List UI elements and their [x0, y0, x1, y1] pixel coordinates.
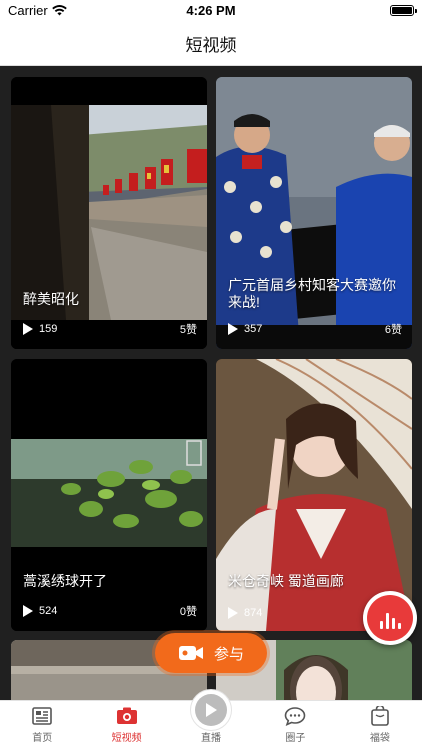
video-title: 蒿溪绣球开了: [23, 573, 107, 589]
join-button[interactable]: 参与: [155, 633, 267, 673]
video-feed[interactable]: 醉美昭化 159 5赞 广元首届乡村知客大赛邀你来战! 357 6赞 蒿溪绣球开…: [0, 66, 422, 700]
play-icon: [23, 323, 33, 335]
video-card[interactable]: 醉美昭化 159 5赞: [11, 77, 207, 349]
like-count: 5赞: [179, 324, 197, 336]
view-count-label: 874: [244, 607, 263, 619]
tab-circle[interactable]: 圈子: [253, 701, 337, 750]
tab-label: 圈子: [285, 733, 306, 744]
view-count: 357: [228, 323, 262, 335]
view-count-label: 357: [244, 323, 263, 335]
tab-lucky-bag[interactable]: 福袋: [338, 701, 422, 750]
tab-bar: 首页 短视频 直播 圈子 福袋: [0, 689, 422, 750]
video-title: 广元首届乡村知客大赛邀你来战!: [228, 277, 396, 310]
woman-with-umbrella-photo: [216, 359, 412, 631]
battery-icon: [390, 5, 417, 16]
tab-live[interactable]: 直播: [169, 689, 253, 750]
video-title: 醉美昭化: [23, 291, 79, 307]
view-count: 159: [23, 323, 57, 335]
great-wall-photo: [11, 77, 207, 349]
nav-bar: 短视频: [0, 22, 422, 66]
view-count: 524: [23, 605, 57, 617]
video-meta: 357 6赞: [228, 321, 402, 337]
tab-label: 首页: [32, 733, 53, 744]
live-button[interactable]: [190, 689, 233, 731]
view-count: 874: [228, 607, 262, 619]
play-icon: [228, 323, 238, 335]
play-circle-icon: [195, 694, 228, 726]
home-newspaper-icon: [31, 706, 53, 726]
video-meta: 159 5赞: [23, 321, 197, 337]
play-icon: [23, 605, 33, 617]
chat-bubble-icon: [284, 706, 306, 726]
view-count-label: 159: [39, 323, 58, 335]
tab-label: 短视频: [111, 733, 142, 744]
green-leaves-photo: [11, 359, 207, 631]
status-bar: Carrier 4:26 PM: [0, 0, 422, 22]
stats-button[interactable]: [363, 591, 417, 645]
like-count: 6赞: [384, 324, 402, 336]
video-meta: 524 0赞: [23, 603, 197, 619]
tab-short-video[interactable]: 短视频: [84, 701, 168, 750]
video-card[interactable]: 蒿溪绣球开了 524 0赞: [11, 359, 207, 631]
bag-icon: [369, 706, 391, 726]
page-title: 短视频: [185, 36, 237, 55]
tab-label: 直播: [201, 733, 222, 744]
play-icon: [228, 607, 238, 619]
bar-chart-icon: [367, 595, 413, 641]
like-count: 0赞: [179, 606, 197, 618]
tab-home[interactable]: 首页: [0, 701, 84, 750]
status-time: 4:26 PM: [186, 3, 236, 18]
tab-label: 福袋: [369, 733, 390, 744]
video-camera-icon: [178, 646, 203, 660]
join-button-label: 参与: [213, 645, 244, 663]
video-card[interactable]: 广元首届乡村知客大赛邀你来战! 357 6赞: [216, 77, 412, 349]
video-title: 米仓奇峡 蜀道画廊: [228, 573, 344, 589]
view-count-label: 524: [39, 605, 58, 617]
camera-icon: [116, 706, 138, 726]
video-card[interactable]: 米仓奇峡 蜀道画廊 874: [216, 359, 412, 631]
